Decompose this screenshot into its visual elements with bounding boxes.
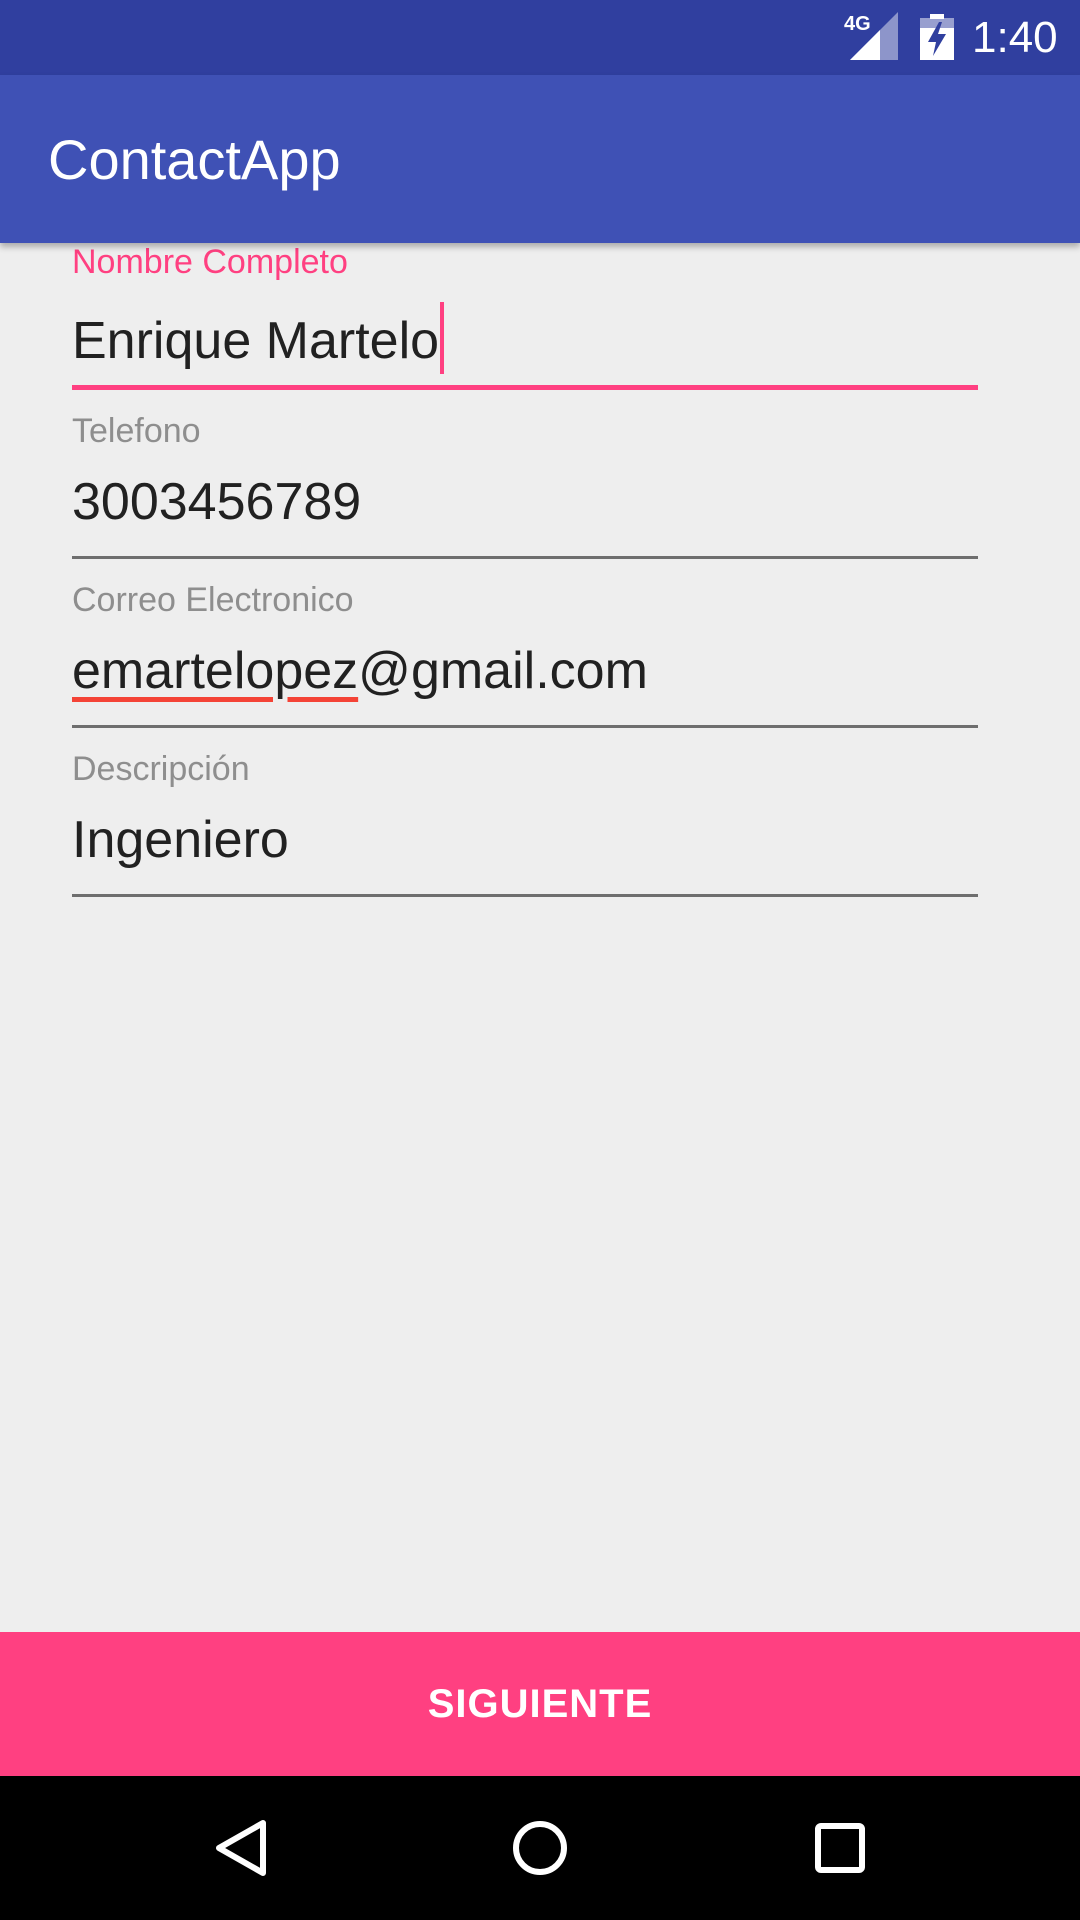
email-domain-part: @gmail.com	[358, 642, 648, 700]
full-name-value: Enrique Martelo	[72, 312, 440, 370]
phone-label: Telefono	[72, 412, 201, 450]
description-underline	[72, 894, 978, 897]
battery-charging-icon	[920, 14, 954, 60]
phone-input[interactable]: 3003456789	[72, 471, 361, 533]
text-cursor	[440, 302, 445, 374]
email-label: Correo Electronico	[72, 581, 354, 619]
full-name-underline	[72, 385, 978, 390]
email-misspelled-part: emartelopez	[72, 642, 359, 700]
app-title: ContactApp	[48, 128, 341, 191]
app-bar: ContactApp	[0, 75, 1080, 243]
next-button[interactable]: SIGUIENTE	[0, 1632, 1080, 1776]
phone-underline	[72, 556, 978, 559]
full-name-input[interactable]: Enrique Martelo	[72, 302, 445, 374]
navigation-bar	[0, 1776, 1080, 1920]
description-label: Descripción	[72, 750, 250, 788]
back-triangle-icon[interactable]	[195, 1803, 285, 1893]
recents-square-icon[interactable]	[795, 1803, 885, 1893]
email-underline	[72, 725, 978, 728]
email-field[interactable]: Correo Electronico emartelopez@gmail.com	[72, 580, 978, 730]
phone-field[interactable]: Telefono 3003456789	[72, 411, 978, 561]
full-name-field[interactable]: Nombre Completo Enrique Martelo	[72, 242, 978, 392]
network-signal-icon: 4G	[842, 12, 898, 60]
clock-time: 1:40	[972, 13, 1058, 62]
email-input[interactable]: emartelopez@gmail.com	[72, 640, 648, 702]
full-name-label: Nombre Completo	[72, 243, 348, 281]
description-field[interactable]: Descripción Ingeniero	[72, 749, 978, 899]
description-input[interactable]: Ingeniero	[72, 809, 289, 871]
status-bar: 4G 1:40	[0, 0, 1080, 75]
home-circle-icon[interactable]	[495, 1803, 585, 1893]
